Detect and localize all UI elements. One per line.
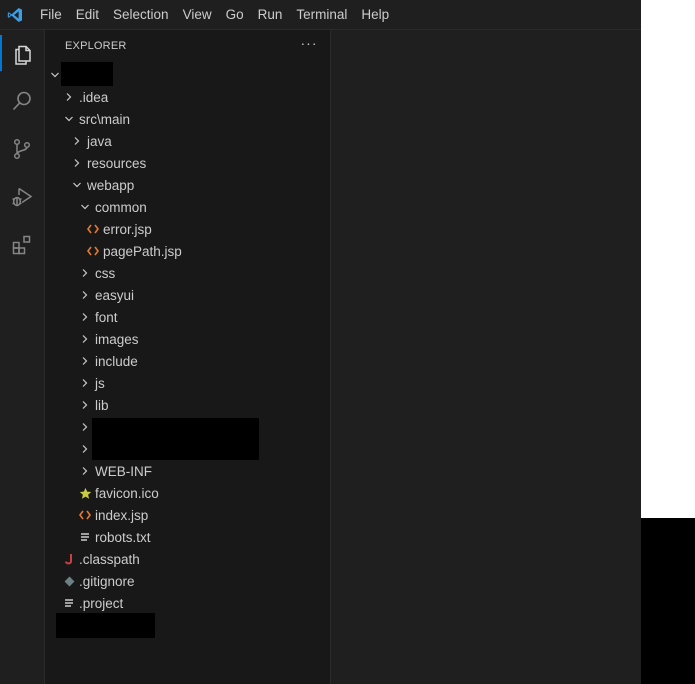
vscode-logo-icon xyxy=(0,0,30,29)
tree-folder-item[interactable]: css xyxy=(45,262,330,284)
tree-item-label: lib xyxy=(95,397,109,413)
tree-folder-item[interactable]: common xyxy=(45,196,330,218)
tree-file-item[interactable]: .gitignore xyxy=(45,570,330,592)
menu-edit[interactable]: Edit xyxy=(69,0,106,29)
tree-item-label: common xyxy=(95,199,147,215)
chevron-right-icon xyxy=(77,394,93,416)
redacted-block xyxy=(61,62,113,86)
tree-folder-item[interactable]: images xyxy=(45,328,330,350)
tree-item-label: favicon.ico xyxy=(95,485,159,501)
tree-folder-item[interactable]: src\main xyxy=(45,108,330,130)
tree-folder-item[interactable]: lib xyxy=(45,394,330,416)
tree-file-item[interactable]: index.jsp xyxy=(45,504,330,526)
tree-file-item[interactable]: robots.txt xyxy=(45,526,330,548)
redacted-block xyxy=(92,418,259,460)
tree-file-item[interactable]: .project xyxy=(45,592,330,614)
redacted-block xyxy=(56,613,155,638)
menu-bar: File Edit Selection View Go Run Terminal… xyxy=(0,0,641,30)
chevron-right-icon xyxy=(77,416,93,438)
tree-item-label: WEB-INF xyxy=(95,463,152,479)
run-debug-icon[interactable] xyxy=(0,179,44,215)
chevron-right-icon xyxy=(77,306,93,328)
jsp-file-icon xyxy=(85,240,101,262)
tree-item-label: pagePath.jsp xyxy=(103,243,182,259)
jsp-file-icon xyxy=(77,504,93,526)
tree-folder-item[interactable]: font xyxy=(45,306,330,328)
chevron-right-icon xyxy=(69,152,85,174)
tree-folder-item[interactable]: java xyxy=(45,130,330,152)
explorer-sidebar: EXPLORER ··· .idea src\main java resources w… xyxy=(45,30,331,684)
tree-folder-item[interactable]: easyui xyxy=(45,284,330,306)
git-file-icon xyxy=(61,570,77,592)
tree-file-item[interactable]: error.jsp xyxy=(45,218,330,240)
chevron-right-icon xyxy=(69,130,85,152)
tree-item-label: easyui xyxy=(95,287,135,303)
menu-run[interactable]: Run xyxy=(251,0,290,29)
source-control-icon[interactable] xyxy=(0,131,44,167)
tree-item-label: .idea xyxy=(79,89,109,105)
explorer-icon[interactable] xyxy=(0,35,44,71)
chevron-right-icon xyxy=(77,262,93,284)
tree-folder-item[interactable]: include xyxy=(45,350,330,372)
chevron-right-icon xyxy=(77,460,93,482)
menu-view[interactable]: View xyxy=(176,0,219,29)
chevron-right-icon xyxy=(77,350,93,372)
tree-item-label: .gitignore xyxy=(79,573,135,589)
screen-black-region xyxy=(641,518,695,684)
tree-item-label: .classpath xyxy=(79,551,140,567)
chevron-down-icon xyxy=(69,174,85,196)
more-actions-button[interactable]: ··· xyxy=(298,34,320,56)
search-icon[interactable] xyxy=(0,83,44,119)
tree-item-label: css xyxy=(95,265,116,281)
chevron-right-icon xyxy=(77,372,93,394)
tree-folder-item[interactable]: js xyxy=(45,372,330,394)
text-file-icon xyxy=(61,592,77,614)
tree-item-label: images xyxy=(95,331,139,347)
menu-file[interactable]: File xyxy=(33,0,69,29)
tree-file-item[interactable]: pagePath.jsp xyxy=(45,240,330,262)
chevron-right-icon xyxy=(77,438,93,460)
text-file-icon xyxy=(77,526,93,548)
tree-item-label: .project xyxy=(79,595,124,611)
star-icon xyxy=(77,482,93,504)
vscode-window: File Edit Selection View Go Run Terminal… xyxy=(0,0,641,684)
editor-area[interactable] xyxy=(331,30,641,684)
tree-file-item[interactable]: .classpath xyxy=(45,548,330,570)
tree-item-label: include xyxy=(95,353,138,369)
jsp-file-icon xyxy=(85,218,101,240)
tree-folder-item[interactable]: resources xyxy=(45,152,330,174)
tree-item-label: js xyxy=(95,375,105,391)
tree-item-label: font xyxy=(95,309,118,325)
tree-file-item[interactable]: favicon.ico xyxy=(45,482,330,504)
java-file-icon xyxy=(61,548,77,570)
explorer-title: EXPLORER xyxy=(65,40,127,52)
tree-folder-item[interactable]: webapp xyxy=(45,174,330,196)
menu-go[interactable]: Go xyxy=(219,0,251,29)
tree-item-label: java xyxy=(87,133,112,149)
menu-selection[interactable]: Selection xyxy=(106,0,176,29)
tree-item-label: index.jsp xyxy=(95,507,149,523)
tree-item-label: resources xyxy=(87,155,147,171)
tree-item-label: src\main xyxy=(79,111,131,127)
tree-item-label: webapp xyxy=(87,177,135,193)
tree-folder-item[interactable]: .idea xyxy=(45,86,330,108)
extensions-icon[interactable] xyxy=(0,227,44,263)
chevron-right-icon xyxy=(77,328,93,350)
activity-bar xyxy=(0,30,45,684)
chevron-right-icon xyxy=(61,86,77,108)
chevron-down-icon xyxy=(77,196,93,218)
menu-help[interactable]: Help xyxy=(354,0,396,29)
chevron-down-icon xyxy=(61,108,77,130)
menu-terminal[interactable]: Terminal xyxy=(289,0,354,29)
chevron-right-icon xyxy=(77,284,93,306)
tree-folder-item[interactable]: WEB-INF xyxy=(45,460,330,482)
tree-item-label: robots.txt xyxy=(95,529,151,545)
tree-item-label: error.jsp xyxy=(103,221,152,237)
